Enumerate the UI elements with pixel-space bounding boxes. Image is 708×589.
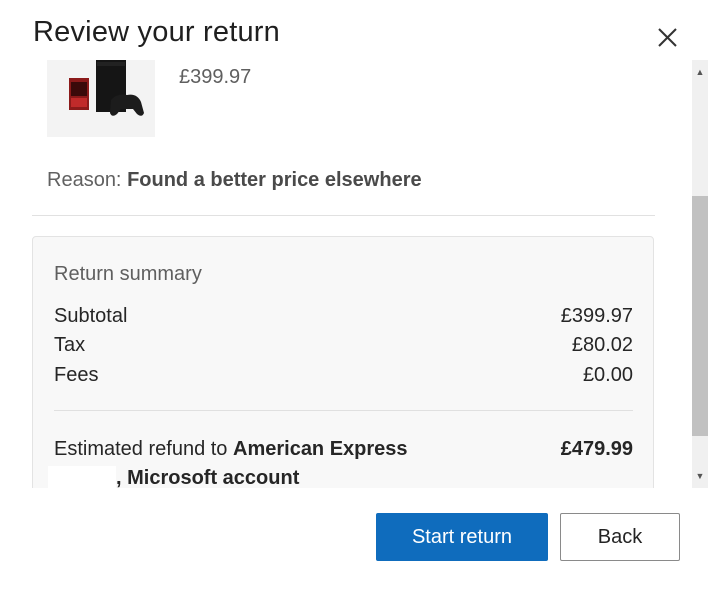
refund-amount: £479.99	[560, 438, 633, 460]
dialog-title: Review your return	[33, 16, 280, 48]
return-reason: Reason: Found a better price elsewhere	[47, 169, 422, 192]
start-return-button[interactable]: Start return	[376, 513, 548, 561]
reason-value: Found a better price elsewhere	[127, 169, 422, 191]
scroll-up-arrow-icon[interactable]: ▲	[692, 64, 708, 80]
summary-label: Tax	[54, 334, 86, 356]
summary-title: Return summary	[54, 263, 202, 285]
summary-row-subtotal: Subtotal £399.97	[54, 305, 633, 328]
summary-amount: £399.97	[560, 305, 633, 327]
estimated-refund: Estimated refund to American Express , M…	[48, 435, 633, 488]
summary-label: Fees	[54, 364, 99, 386]
refund-method: American Express	[233, 438, 408, 460]
back-button[interactable]: Back	[560, 513, 680, 561]
summary-divider	[54, 410, 633, 411]
vertical-scrollbar[interactable]: ▲ ▼	[692, 60, 708, 488]
refund-account: , Microsoft account	[116, 467, 300, 488]
dialog-content: £399.97 Reason: Found a better price els…	[0, 60, 692, 488]
summary-label: Subtotal	[54, 305, 128, 327]
summary-row-fees: Fees £0.00	[54, 364, 633, 387]
summary-row-tax: Tax £80.02	[54, 334, 633, 357]
return-summary-card: Return summary Subtotal £399.97 Tax £80.…	[32, 236, 654, 488]
close-button[interactable]	[652, 22, 684, 54]
summary-amount: £80.02	[571, 334, 633, 356]
summary-amount: £0.00	[582, 364, 633, 386]
reason-label: Reason:	[47, 169, 122, 191]
scrollbar-thumb[interactable]	[692, 196, 708, 436]
scroll-down-arrow-icon[interactable]: ▼	[692, 468, 708, 484]
close-icon	[658, 28, 677, 47]
product-price: £399.97	[179, 66, 252, 88]
redacted-block	[48, 466, 116, 488]
product-image	[47, 60, 155, 137]
divider	[32, 215, 655, 216]
refund-prefix: Estimated refund to	[54, 438, 228, 460]
